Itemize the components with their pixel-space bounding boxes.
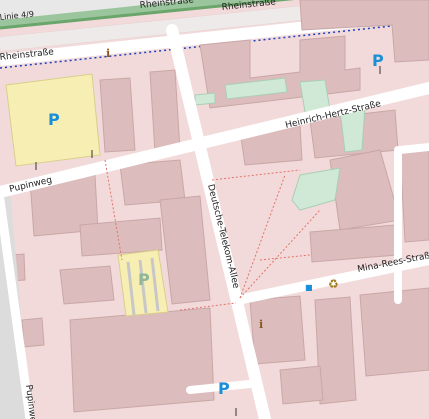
building bbox=[79, 217, 163, 257]
parking-icon[interactable]: P bbox=[218, 379, 230, 398]
green-area bbox=[194, 92, 216, 106]
parking-icon[interactable]: P bbox=[48, 110, 60, 129]
building bbox=[99, 77, 136, 153]
shelter-icon[interactable]: ■ bbox=[305, 283, 313, 292]
road-service bbox=[396, 143, 429, 154]
recycling-icon[interactable]: ♻ bbox=[328, 277, 339, 291]
info-icon[interactable]: i bbox=[106, 47, 110, 60]
building bbox=[399, 147, 429, 243]
building bbox=[309, 224, 398, 263]
parking-icon[interactable]: P bbox=[138, 270, 150, 289]
building bbox=[59, 265, 115, 305]
map-canvas[interactable]: Rheinstraße Rheinstraße Rheinstraße Lini… bbox=[0, 0, 429, 419]
parking-icon[interactable]: P bbox=[372, 51, 384, 70]
map-svg[interactable]: Rheinstraße Rheinstraße Rheinstraße Lini… bbox=[0, 0, 429, 419]
building bbox=[21, 317, 45, 348]
info-icon[interactable]: i bbox=[259, 318, 263, 331]
building bbox=[149, 69, 181, 153]
building bbox=[69, 307, 215, 413]
building bbox=[279, 365, 324, 405]
